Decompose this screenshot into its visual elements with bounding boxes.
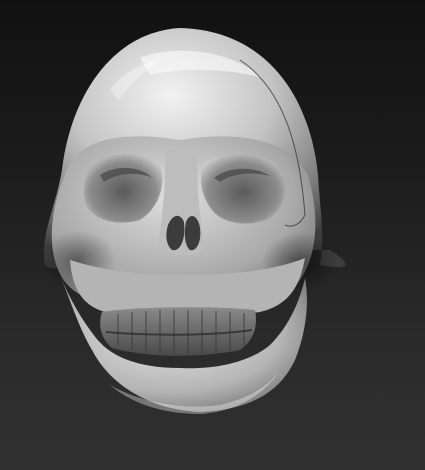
teeth: [100, 307, 256, 356]
skull-render: [40, 28, 346, 414]
sculpt-viewport[interactable]: [0, 0, 425, 470]
